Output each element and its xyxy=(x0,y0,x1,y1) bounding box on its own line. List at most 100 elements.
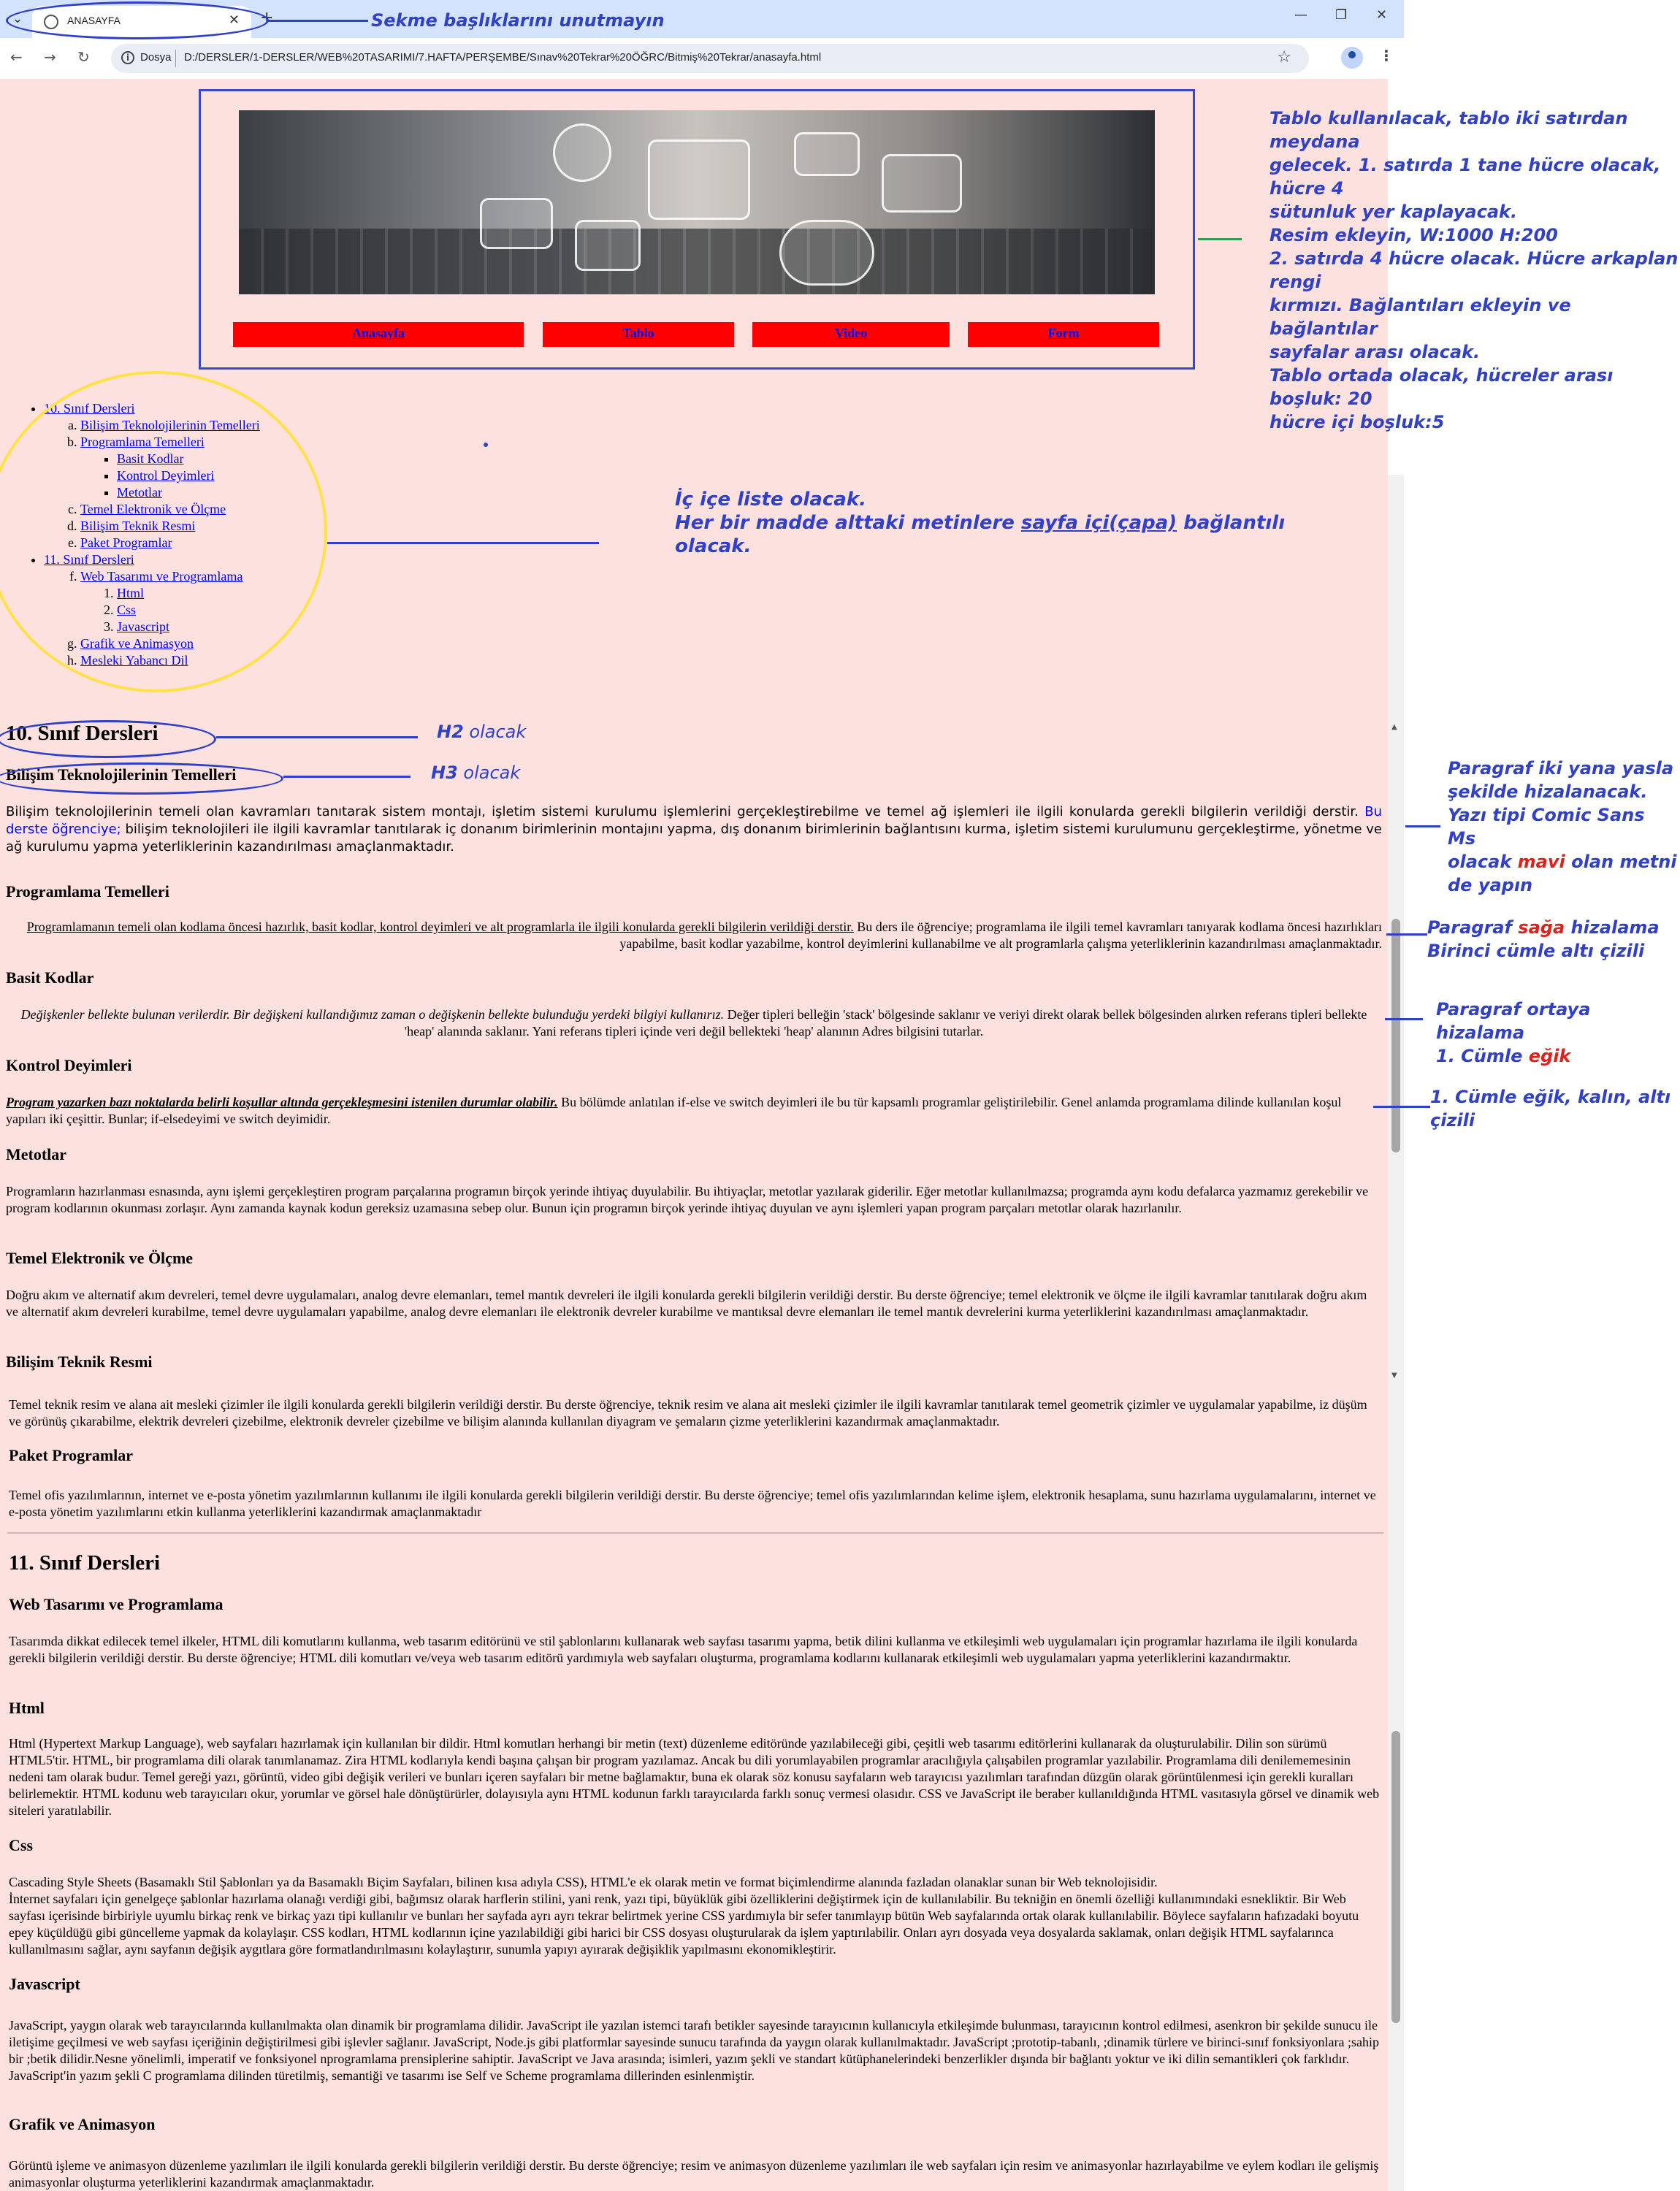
annotation-line: 2. satırda 4 hücre olacak. Hücre arkapla… xyxy=(1269,248,1679,292)
info-icon[interactable]: i xyxy=(121,51,134,64)
annotation-text: sağa xyxy=(1518,917,1565,938)
annotation-line: gelecek. 1. satırda 1 tane hücre olacak,… xyxy=(1269,155,1661,199)
files-icon xyxy=(882,154,962,213)
annotation-text: mavi xyxy=(1517,852,1565,872)
paragraph-grafik-animasyon: Görüntü işleme ve animasyon düzenleme ya… xyxy=(9,2158,1379,2190)
annotation-line: Resim ekleyin, W:1000 H:200 xyxy=(1269,225,1558,245)
annotation-dot xyxy=(484,443,488,447)
annotation-tabs: Sekme başlıklarını unutmayın xyxy=(371,10,665,31)
heading-css: Css xyxy=(9,1836,34,1854)
heading-temel-elektronik: Temel Elektronik ve Ölçme xyxy=(6,1249,194,1267)
annotation-text: eğik xyxy=(1528,1046,1571,1066)
para-text: bilişim teknolojileri ile ilgili kavraml… xyxy=(6,822,1382,854)
heading-html: Html xyxy=(9,1699,45,1717)
browser-menu-icon[interactable]: ⋮ xyxy=(1379,47,1394,64)
page-scrollbar[interactable]: ▲ ▼ xyxy=(1388,475,1404,2191)
para-text: Cascading Style Sheets (Basamaklı Stil Ş… xyxy=(9,1875,1158,1889)
paragraph-javascript: JavaScript, yaygın olarak web tarayıcıla… xyxy=(9,2018,1380,2083)
menu-cell-form[interactable]: Form xyxy=(968,322,1159,347)
annotation-bold: 1. Cümle eğik, kalın, altı çizili xyxy=(1430,1085,1679,1132)
annotation-line: şekilde hizalanacak. xyxy=(1448,781,1648,802)
heading-programlama-temelleri: Programlama Temelleri xyxy=(6,882,169,901)
profile-avatar-icon[interactable] xyxy=(1341,47,1363,69)
annotation-arrow-h2 xyxy=(216,736,418,738)
omnibox-divider xyxy=(175,50,176,67)
annotation-right: Paragraf sağa hizalama Birinci cümle alt… xyxy=(1427,916,1679,963)
para-italic-text: Değişkenler bellekte bulunan verilerdir.… xyxy=(20,1007,725,1022)
url-text[interactable]: D:/DERSLER/1-DERSLER/WEB%20TASARIMI/7.HA… xyxy=(184,51,821,64)
menu-link-video[interactable]: Video xyxy=(835,326,867,340)
paragraph-metotlar: Programların hazırlanması esnasında, ayn… xyxy=(6,1184,1369,1215)
annotation-arrow-right xyxy=(1386,933,1427,936)
menu-link-tablo[interactable]: Tablo xyxy=(622,326,654,340)
annotation-line: sayfalar arası olacak. xyxy=(1269,342,1481,362)
annotation-arrow-list xyxy=(327,542,599,544)
annotation-arrow-tab xyxy=(267,20,368,22)
para-bold-italic-underlined-text: Program yazarken bazı noktalarda belirli… xyxy=(6,1095,558,1109)
annotation-text: olacak xyxy=(1448,852,1518,872)
heading-paket-programlar: Paket Programlar xyxy=(9,1446,134,1464)
document-icon xyxy=(648,139,750,220)
back-button[interactable]: ← xyxy=(10,48,23,66)
chart-icon xyxy=(794,132,860,176)
menu-link-form[interactable]: Form xyxy=(1048,326,1080,340)
heading-web-tasarimi: Web Tasarımı ve Programlama xyxy=(9,1595,224,1613)
annotation-table: Tablo kullanılacak, tablo iki satırdan m… xyxy=(1269,107,1679,434)
annotation-line: Birinci cümle altı çizili xyxy=(1427,941,1645,961)
annotation-justify: Paragraf iki yana yasla şekilde hizalana… xyxy=(1448,757,1679,897)
annotation-line: Yazı tipi Comic Sans Ms xyxy=(1448,805,1645,849)
header-table: Anasayfa Tablo Video Form xyxy=(199,89,1195,370)
paragraph-kontrol-deyimleri: Program yazarken bazı noktalarda belirli… xyxy=(6,1094,1382,1128)
annotation-text: 1. Cümle xyxy=(1436,1046,1529,1066)
heading-grafik-animasyon: Grafik ve Animasyon xyxy=(9,2115,156,2133)
menu-cell-video[interactable]: Video xyxy=(752,322,950,347)
para-text: Bilişim teknolojilerinin temeli olan kav… xyxy=(6,804,1365,819)
annotation-line: Tablo kullanılacak, tablo iki satırdan m… xyxy=(1269,108,1628,152)
annotation-arrow-h3 xyxy=(283,776,411,778)
annotation-line: Tablo ortada olacak, hücreler arası boşl… xyxy=(1269,365,1614,409)
scroll-thumb[interactable] xyxy=(1391,919,1400,1152)
annotation-line: hücre içi boşluk:5 xyxy=(1269,412,1445,432)
paragraph-html: Html (Hypertext Markup Language), web sa… xyxy=(9,1736,1380,1818)
annotation-line: Paragraf sağa hizalama xyxy=(1427,916,1679,939)
paragraph-bilisim-teknolojileri: Bilişim teknolojilerinin temeli olan kav… xyxy=(6,803,1382,856)
scroll-down-icon[interactable]: ▼ xyxy=(1391,1372,1397,1380)
url-scheme-label: Dosya xyxy=(140,51,172,64)
annotation-ellipse-h3 xyxy=(0,762,283,795)
bookmark-star-icon[interactable]: ☆ xyxy=(1277,48,1291,66)
paragraph-basit-kodlar: Değişkenler bellekte bulunan verilerdir.… xyxy=(6,1006,1382,1040)
lock-icon xyxy=(553,123,611,182)
paragraph-css: Cascading Style Sheets (Basamaklı Stil Ş… xyxy=(9,1874,1382,1958)
heading-kontrol-deyimleri: Kontrol Deyimleri xyxy=(6,1056,132,1074)
annotation-line: kırmızı. Bağlantıları ekleyin ve bağlant… xyxy=(1269,295,1571,339)
annotation-text: olacak xyxy=(457,762,521,783)
menu-cell-anasayfa[interactable]: Anasayfa xyxy=(233,322,524,347)
heading-javascript: Javascript xyxy=(9,1975,80,1993)
scroll-up-icon[interactable]: ▲ xyxy=(1391,723,1397,731)
cloud-upload-icon xyxy=(779,220,874,286)
banner-image xyxy=(239,110,1155,294)
para-text: İnternet sayfaları için genelgeçe şablon… xyxy=(9,1892,1359,1957)
annotation-arrow-center xyxy=(1385,1018,1423,1020)
annotation-ellipse-tab xyxy=(6,1,269,39)
annotation-text: olan metni xyxy=(1565,852,1677,872)
menu-cell-tablo[interactable]: Tablo xyxy=(543,322,734,347)
annotation-line: Her bir madde alttaki metinlere sayfa iç… xyxy=(675,511,1332,558)
menu-link-anasayfa[interactable]: Anasayfa xyxy=(352,326,405,340)
paragraph-programlama-temelleri: Programlamanın temeli olan kodlama önces… xyxy=(6,919,1382,952)
annotation-line: İç içe liste olacak. xyxy=(675,489,867,511)
forward-button[interactable]: → xyxy=(44,48,56,66)
reload-button[interactable]: ↻ xyxy=(77,48,90,66)
annotation-line: 1. Cümle eğik, kalın, altı xyxy=(1430,1087,1671,1107)
annotation-arrow-table xyxy=(1198,238,1242,240)
address-bar[interactable]: i Dosya D:/DERSLER/1-DERSLER/WEB%20TASAR… xyxy=(111,44,1309,73)
minimize-button[interactable]: — xyxy=(1294,7,1307,23)
restore-button[interactable]: ❐ xyxy=(1335,7,1347,23)
close-window-button[interactable]: ✕ xyxy=(1376,7,1387,23)
annotation-h2: H2 olacak xyxy=(437,720,526,743)
annotation-text: sayfa içi(çapa) xyxy=(1020,512,1177,534)
annotation-line: çizili xyxy=(1430,1110,1475,1131)
scroll-thumb-secondary[interactable] xyxy=(1391,1731,1400,2023)
annotation-arrow-bold xyxy=(1373,1106,1430,1108)
keyboard-graphic xyxy=(239,229,1155,294)
